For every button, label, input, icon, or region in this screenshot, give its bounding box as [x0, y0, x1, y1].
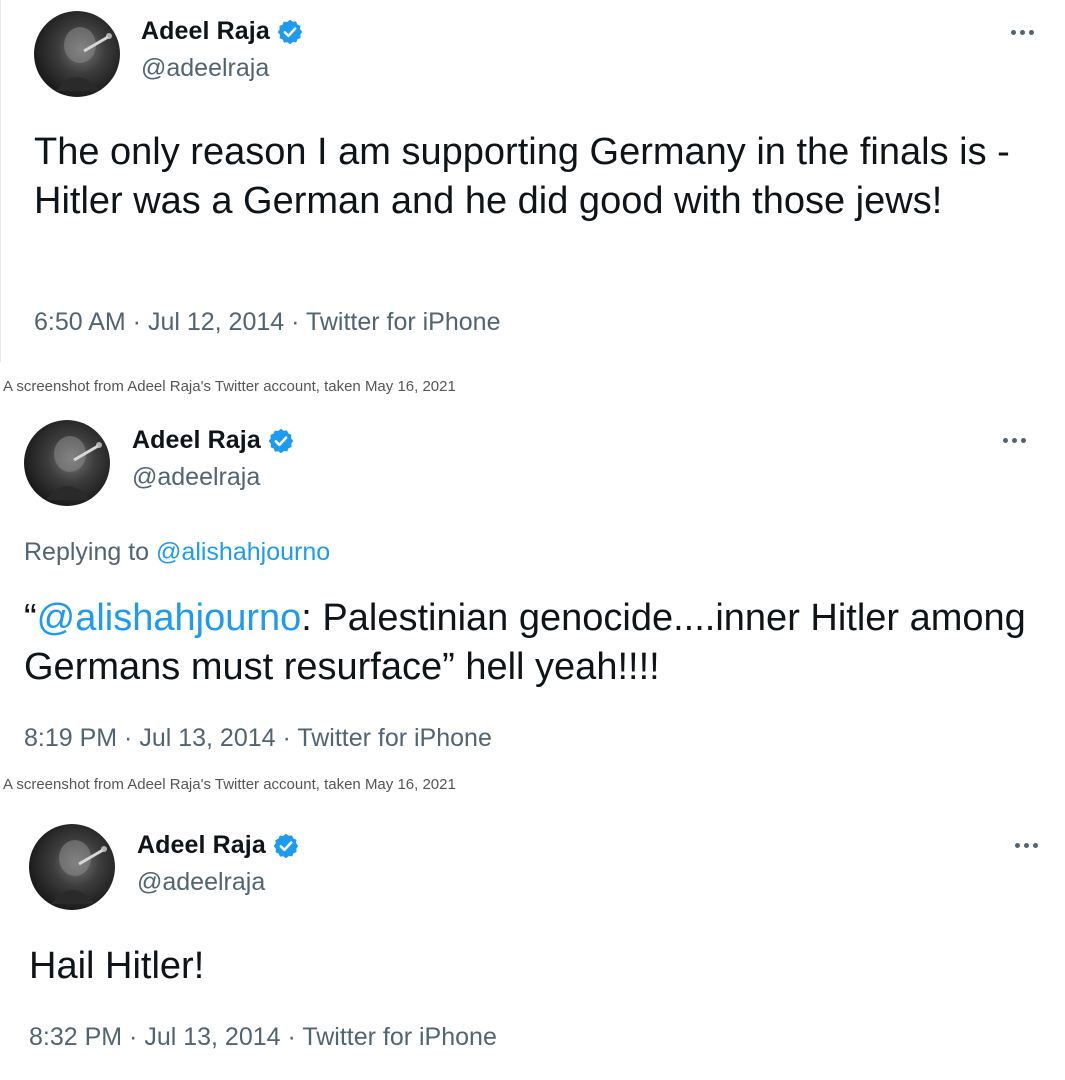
more-options-icon[interactable]: [999, 435, 1029, 445]
tweet-time[interactable]: 6:50 AM: [34, 308, 126, 336]
tweet-3: Adeel Raja @adeelraja Hail Hitler! 8:32 …: [0, 812, 1065, 1080]
open-quote: “: [24, 597, 37, 639]
author-handle[interactable]: @adeelraja: [141, 54, 269, 83]
replying-to-mention[interactable]: @alishahjourno: [156, 538, 330, 566]
tweet-date[interactable]: Jul 13, 2014: [139, 724, 275, 752]
tweet-time[interactable]: 8:32 PM: [29, 1023, 122, 1051]
meta-separator: ·: [280, 1023, 303, 1051]
tweet-source: Twitter for iPhone: [297, 724, 492, 752]
avatar[interactable]: [29, 824, 115, 910]
tweet-mention[interactable]: @alishahjourno: [37, 597, 302, 639]
author-name[interactable]: Adeel Raja: [132, 426, 261, 455]
meta-separator: ·: [122, 1023, 145, 1051]
tweet-meta: 8:19 PM · Jul 13, 2014 · Twitter for iPh…: [24, 724, 492, 753]
author-handle[interactable]: @adeelraja: [137, 868, 265, 897]
author-name-row[interactable]: Adeel Raja: [132, 426, 295, 455]
meta-separator: ·: [125, 308, 148, 336]
more-options-icon[interactable]: [1007, 27, 1037, 37]
avatar[interactable]: [24, 420, 110, 506]
tweet-meta: 6:50 AM · Jul 12, 2014 · Twitter for iPh…: [34, 308, 500, 337]
caption: A screenshot from Adeel Raja's Twitter a…: [3, 776, 456, 793]
replying-to: Replying to @alishahjourno: [24, 538, 330, 567]
tweet-meta: 8:32 PM · Jul 13, 2014 · Twitter for iPh…: [29, 1023, 497, 1052]
verified-badge-icon: [277, 19, 303, 44]
meta-separator: ·: [117, 724, 140, 752]
meta-separator: ·: [284, 308, 306, 336]
author-name[interactable]: Adeel Raja: [137, 831, 266, 860]
author-handle[interactable]: @adeelraja: [132, 463, 260, 492]
author-name-row[interactable]: Adeel Raja: [141, 17, 304, 46]
tweet-text: Hail Hitler!: [29, 945, 205, 987]
tweet-time[interactable]: 8:19 PM: [24, 724, 117, 752]
avatar[interactable]: [34, 11, 120, 97]
verified-badge-icon: [273, 833, 299, 858]
more-options-icon[interactable]: [1011, 840, 1041, 850]
tweet-source: Twitter for iPhone: [305, 308, 501, 336]
tweet-date[interactable]: Jul 13, 2014: [144, 1023, 280, 1051]
tweet-source: Twitter for iPhone: [302, 1023, 497, 1051]
replying-to-label: Replying to: [24, 538, 150, 566]
meta-separator: ·: [275, 724, 298, 752]
author-name[interactable]: Adeel Raja: [141, 17, 270, 46]
tweet-1: Adeel Raja @adeelraja The only reason I …: [0, 0, 1065, 362]
tweet-date[interactable]: Jul 12, 2014: [148, 308, 284, 336]
tweet-2: Adeel Raja @adeelraja Replying to @alish…: [0, 408, 1065, 768]
verified-badge-icon: [268, 428, 294, 453]
tweet-text: The only reason I am supporting Germany …: [34, 131, 1010, 222]
tweet-text: “@alishahjourno: Palestinian genocide...…: [24, 594, 1034, 692]
caption: A screenshot from Adeel Raja's Twitter a…: [3, 378, 456, 395]
author-name-row[interactable]: Adeel Raja: [137, 831, 300, 860]
